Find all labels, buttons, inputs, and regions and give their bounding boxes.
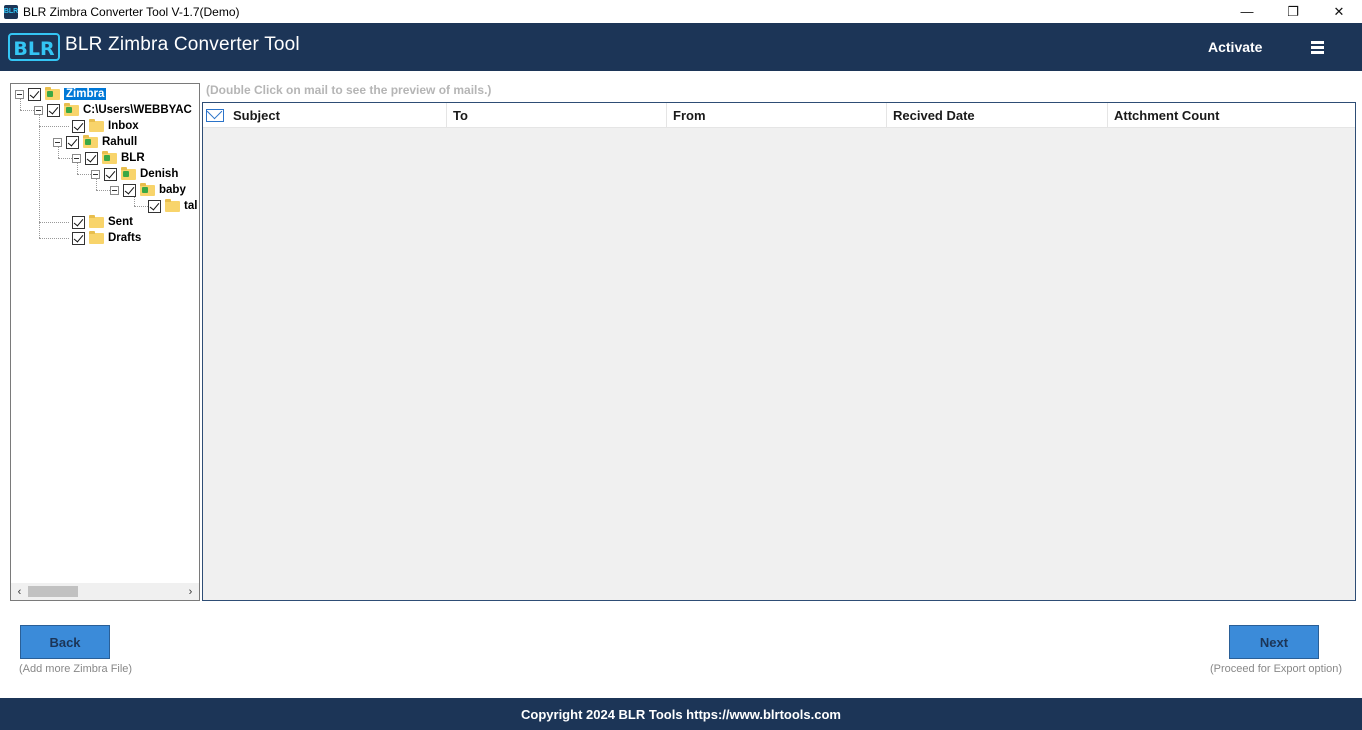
envelope-icon (206, 109, 224, 122)
folder-icon (102, 150, 117, 164)
copyright-text: Copyright 2024 BLR Tools https://www.blr… (521, 706, 841, 722)
scroll-right-icon[interactable]: › (182, 583, 199, 600)
tree-node-label: Rahull (102, 136, 138, 148)
back-note: (Add more Zimbra File) (19, 663, 133, 675)
column-from[interactable]: From (667, 103, 887, 128)
folder-icon (140, 182, 155, 196)
restore-button[interactable]: ❐ (1270, 0, 1316, 23)
tree-checkbox[interactable] (28, 87, 41, 101)
folder-icon (121, 166, 136, 180)
tree-node-label: BLR (121, 152, 145, 164)
folder-tree[interactable]: Zimbra C:\Users\WEBBYAC Inbox Rahull BLR (10, 83, 200, 601)
grid-header: Subject To From Recived Date Attchment C… (203, 103, 1355, 128)
window-controls: — ❐ ✕ (1224, 0, 1362, 23)
tree-node-baby[interactable]: baby (110, 182, 186, 198)
preview-hint: (Double Click on mail to see the preview… (206, 83, 492, 97)
tree-node-denish[interactable]: Denish (91, 166, 178, 182)
collapse-icon[interactable] (53, 137, 62, 147)
collapse-icon[interactable] (110, 185, 119, 195)
window-title: BLR Zimbra Converter Tool V-1.7(Demo) (23, 4, 240, 19)
tree-checkbox[interactable] (72, 119, 85, 133)
tree-node-label: baby (159, 184, 186, 196)
footer: Copyright 2024 BLR Tools https://www.blr… (0, 698, 1362, 730)
folder-icon (45, 86, 60, 100)
tree-node-tal[interactable]: tal (148, 198, 197, 214)
tree-checkbox[interactable] (47, 103, 60, 117)
window-titlebar: BLR BLR Zimbra Converter Tool V-1.7(Demo… (0, 0, 1362, 23)
folder-icon (64, 102, 79, 116)
minimize-button[interactable]: — (1224, 0, 1270, 23)
collapse-icon[interactable] (34, 105, 43, 115)
folder-icon (83, 134, 98, 148)
tree-node-label: tal (184, 200, 198, 212)
close-button[interactable]: ✕ (1316, 0, 1362, 23)
folder-icon (165, 198, 180, 212)
tree-checkbox[interactable] (66, 135, 79, 149)
tree-node-sent[interactable]: Sent (72, 214, 133, 230)
app-name: BLR Zimbra Converter Tool (65, 34, 300, 55)
folder-icon (89, 118, 104, 132)
app-header: BLR BLR Zimbra Converter Tool Activate (0, 23, 1362, 71)
tree-checkbox[interactable] (123, 183, 136, 197)
tree-checkbox[interactable] (85, 151, 98, 165)
scrollbar-thumb[interactable] (28, 586, 78, 597)
blr-logo-icon: BLR (8, 33, 60, 61)
column-attachment-count[interactable]: Attchment Count (1108, 103, 1355, 128)
column-to[interactable]: To (447, 103, 667, 128)
tree-node-user-path[interactable]: C:\Users\WEBBYAC (34, 102, 192, 118)
tree-node-label: Sent (108, 216, 133, 228)
hamburger-menu-icon[interactable] (1311, 41, 1324, 55)
folder-icon (89, 230, 104, 244)
app-icon-text: BLR (3, 8, 19, 15)
mail-grid[interactable]: Subject To From Recived Date Attchment C… (202, 102, 1356, 601)
back-button[interactable]: Back (20, 625, 110, 659)
folder-icon (89, 214, 104, 228)
column-subject[interactable]: Subject (227, 103, 447, 128)
tree-node-rahull[interactable]: Rahull (53, 134, 137, 150)
scroll-left-icon[interactable]: ‹ (11, 583, 28, 600)
collapse-icon[interactable] (72, 153, 81, 163)
tree-horizontal-scrollbar[interactable]: ‹ › (11, 583, 199, 600)
tree-node-label: Zimbra (64, 88, 107, 100)
tree-checkbox[interactable] (148, 199, 161, 213)
collapse-icon[interactable] (91, 169, 100, 179)
tree-node-zimbra[interactable]: Zimbra (15, 86, 107, 102)
tree-node-drafts[interactable]: Drafts (72, 230, 141, 246)
tree-node-label: Drafts (108, 232, 142, 244)
column-received-date[interactable]: Recived Date (887, 103, 1108, 128)
tree-checkbox[interactable] (72, 231, 85, 245)
next-note: (Proceed for Export option) (1210, 663, 1343, 675)
tree-checkbox[interactable] (104, 167, 117, 181)
collapse-icon[interactable] (15, 89, 24, 99)
tree-node-label: Inbox (108, 120, 139, 132)
tree-node-label: Denish (140, 168, 179, 180)
mail-column-header[interactable] (203, 103, 227, 128)
tree-checkbox[interactable] (72, 215, 85, 229)
tree-node-label: C:\Users\WEBBYAC (83, 104, 192, 116)
activate-button[interactable]: Activate (1208, 39, 1262, 55)
tree-node-inbox[interactable]: Inbox (72, 118, 139, 134)
app-icon: BLR (3, 4, 19, 19)
logo-text: BLR (13, 38, 55, 60)
tree-node-blr[interactable]: BLR (72, 150, 145, 166)
next-button[interactable]: Next (1229, 625, 1319, 659)
